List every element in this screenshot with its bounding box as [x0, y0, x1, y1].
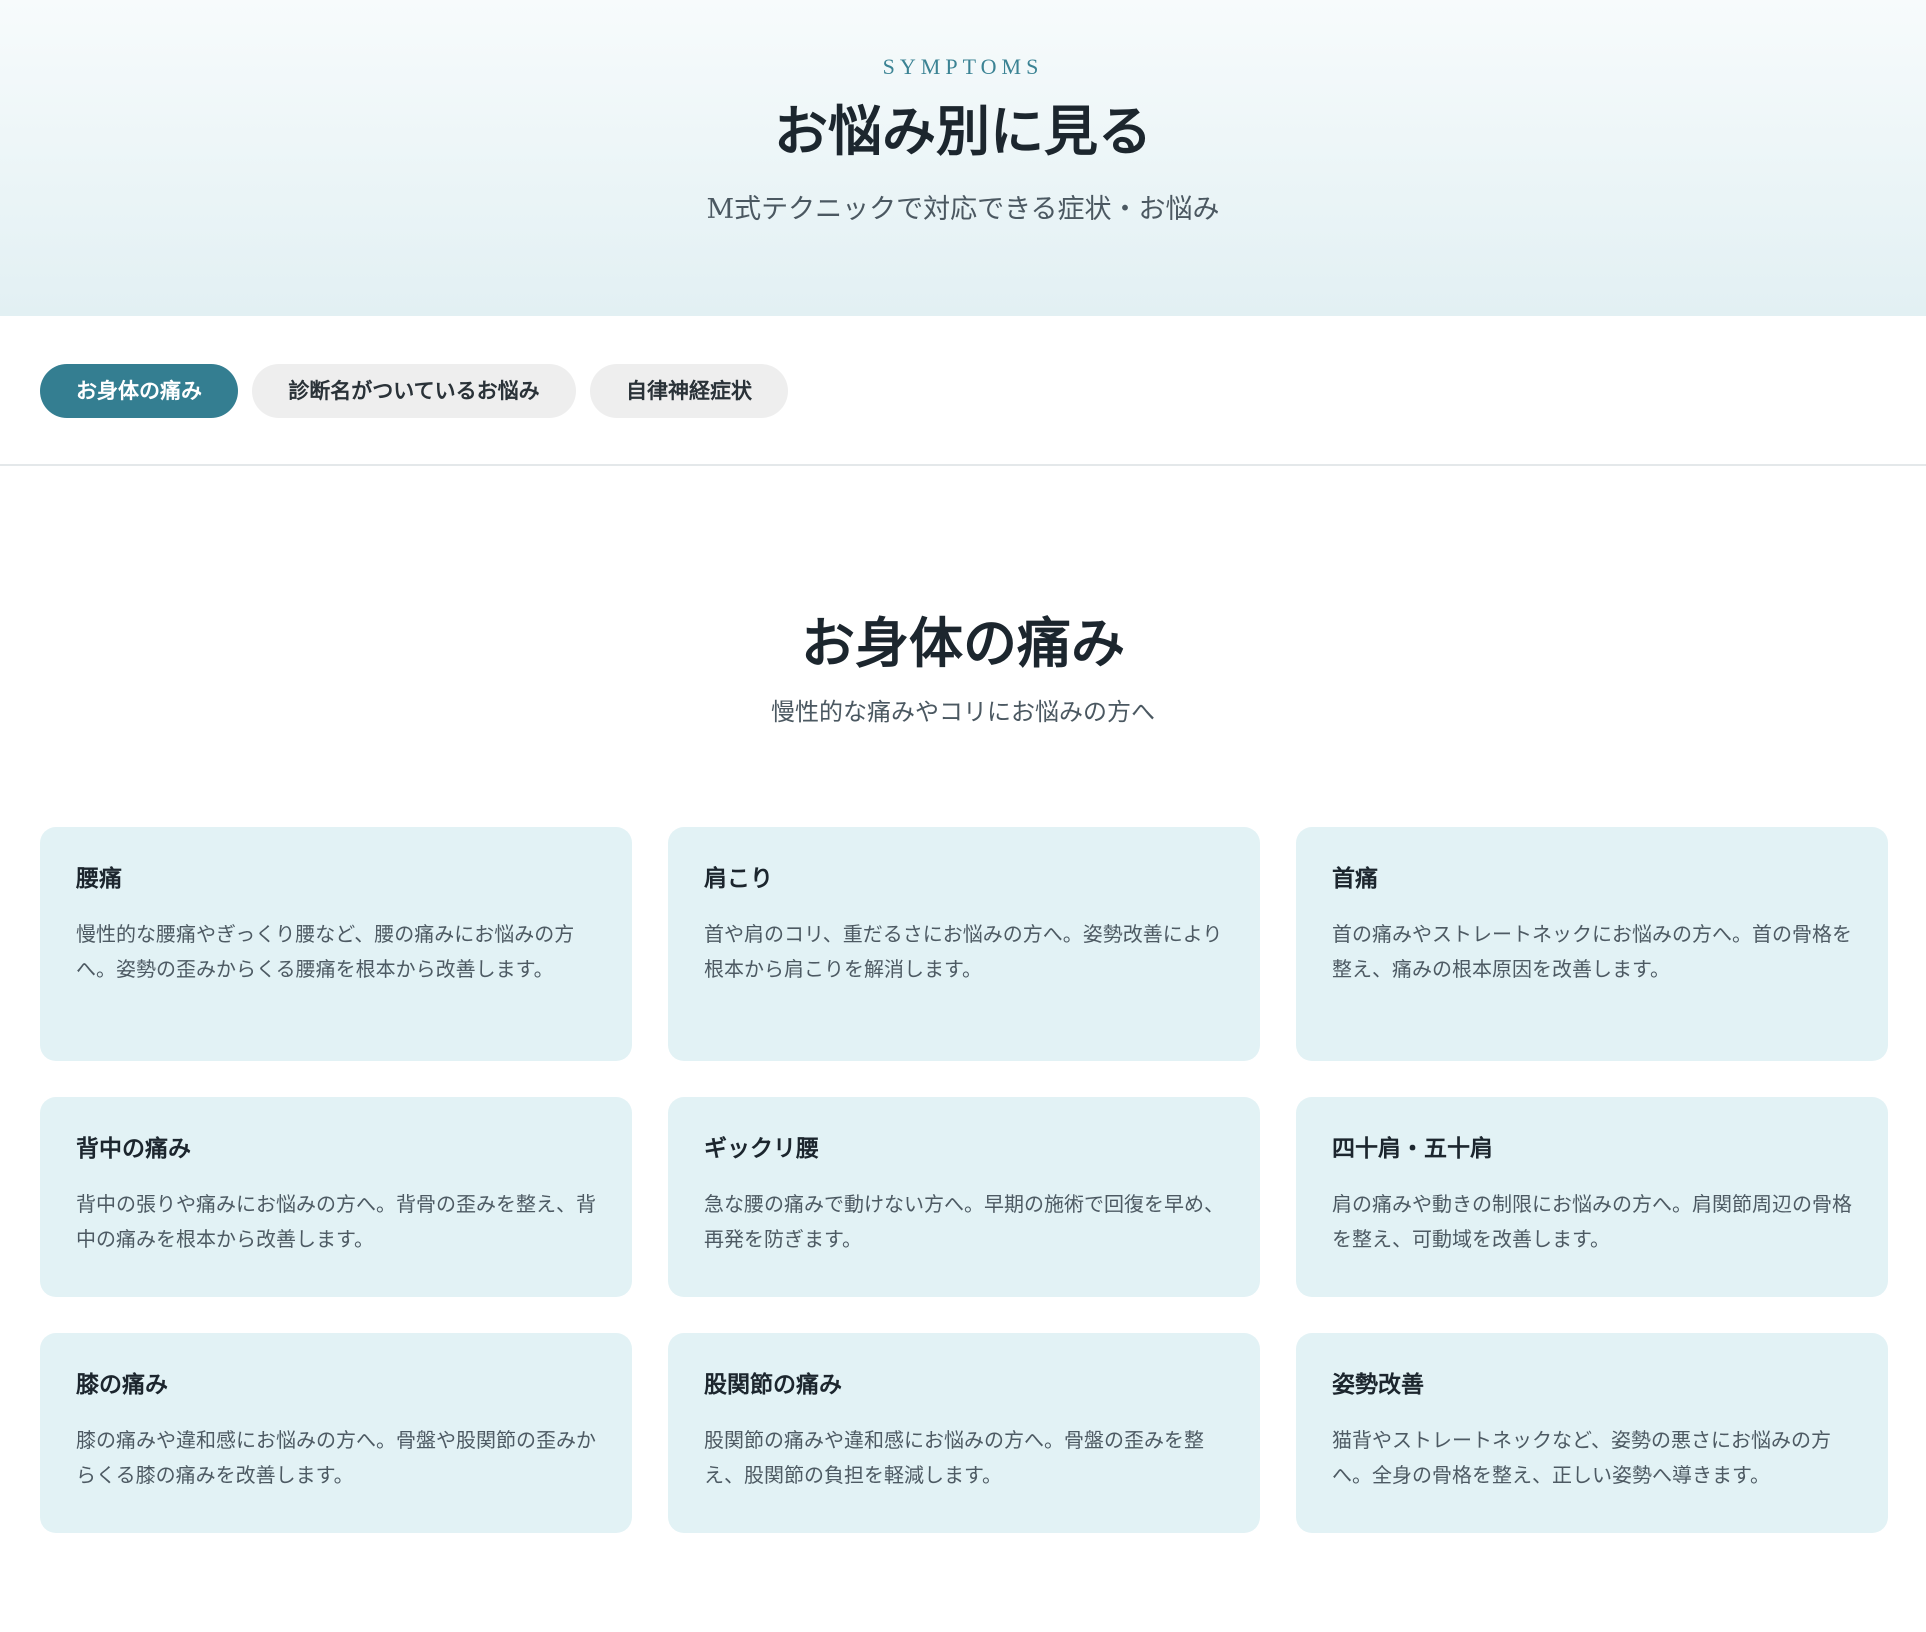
section-subtitle: 慢性的な痛みやコリにお悩みの方へ [771, 698, 1155, 726]
section-title: お身体の痛み [801, 611, 1125, 675]
card-description: 股関節の痛みや違和感にお悩みの方へ。骨盤の歪みを整え、股関節の負担を軽減します。 [704, 1428, 1204, 1487]
hero-section: SYMPTOMS お悩み別に見る M式テクニックで対応できる症状・お悩み [0, 0, 1926, 316]
hero-subtitle: M式テクニックで対応できる症状・お悩み [706, 194, 1220, 225]
tab-body-pain[interactable]: お身体の痛み [40, 364, 238, 418]
symptom-card-stiff-shoulders[interactable]: 肩こり 首や肩のコリ、重だるさにお悩みの方へ。姿勢改善により根本から肩こりを解消… [668, 827, 1260, 1061]
symptom-card-grid: 腰痛 慢性的な腰痛やぎっくり腰など、腰の痛みにお悩みの方へ。姿勢の歪みからくる腰… [40, 827, 1888, 1533]
category-tabs: お身体の痛み 診断名がついているお悩み 自律神経症状 [0, 316, 1926, 466]
symptom-card-knee-pain[interactable]: 膝の痛み 膝の痛みや違和感にお悩みの方へ。骨盤や股関節の歪みからくる膝の痛みを改… [40, 1333, 632, 1533]
card-description: 猫背やストレートネックなど、姿勢の悪さにお悩みの方へ。全身の骨格を整え、正しい姿… [1332, 1428, 1831, 1487]
card-description: 膝の痛みや違和感にお悩みの方へ。骨盤や股関節の歪みからくる膝の痛みを改善します。 [76, 1428, 596, 1487]
tab-diagnosed-conditions[interactable]: 診断名がついているお悩み [252, 364, 576, 418]
symptom-card-hip-pain[interactable]: 股関節の痛み 股関節の痛みや違和感にお悩みの方へ。骨盤の歪みを整え、股関節の負担… [668, 1333, 1260, 1533]
symptom-section: お身体の痛み 慢性的な痛みやコリにお悩みの方へ 腰痛 慢性的な腰痛やぎっくり腰な… [0, 466, 1926, 1533]
card-title: 股関節の痛み [704, 1371, 842, 1398]
symptom-card-back-pain[interactable]: 背中の痛み 背中の張りや痛みにお悩みの方へ。背骨の歪みを整え、背中の痛みを根本か… [40, 1097, 632, 1297]
symptom-card-lower-back[interactable]: 腰痛 慢性的な腰痛やぎっくり腰など、腰の痛みにお悩みの方へ。姿勢の歪みからくる腰… [40, 827, 632, 1061]
symptom-card-frozen-shoulder[interactable]: 四十肩・五十肩 肩の痛みや動きの制限にお悩みの方へ。肩関節周辺の骨格を整え、可動… [1296, 1097, 1888, 1297]
card-title: 姿勢改善 [1332, 1371, 1424, 1398]
card-title: 膝の痛み [76, 1371, 168, 1398]
card-title: ギックリ腰 [704, 1135, 819, 1162]
symptom-card-posture[interactable]: 姿勢改善 猫背やストレートネックなど、姿勢の悪さにお悩みの方へ。全身の骨格を整え… [1296, 1333, 1888, 1533]
card-title: 肩こり [704, 865, 773, 892]
section-header: お身体の痛み 慢性的な痛みやコリにお悩みの方へ [0, 466, 1926, 730]
card-description: 急な腰の痛みで動けない方へ。早期の施術で回復を早め、再発を防ぎます。 [704, 1192, 1224, 1251]
card-title: 四十肩・五十肩 [1332, 1135, 1493, 1162]
symptom-card-neck-pain[interactable]: 首痛 首の痛みやストレートネックにお悩みの方へ。首の骨格を整え、痛みの根本原因を… [1296, 827, 1888, 1061]
card-description: 慢性的な腰痛やぎっくり腰など、腰の痛みにお悩みの方へ。姿勢の歪みからくる腰痛を根… [76, 922, 575, 981]
card-title: 背中の痛み [76, 1135, 191, 1162]
card-title: 首痛 [1332, 865, 1378, 892]
card-description: 首の痛みやストレートネックにお悩みの方へ。首の骨格を整え、痛みの根本原因を改善し… [1332, 922, 1852, 981]
card-description: 首や肩のコリ、重だるさにお悩みの方へ。姿勢改善により根本から肩こりを解消します。 [704, 922, 1223, 981]
card-description: 肩の痛みや動きの制限にお悩みの方へ。肩関節周辺の骨格を整え、可動域を改善します。 [1332, 1192, 1852, 1251]
page-title: お悩み別に見る [774, 99, 1152, 163]
card-description: 背中の張りや痛みにお悩みの方へ。背骨の歪みを整え、背中の痛みを根本から改善します… [76, 1192, 596, 1251]
tab-autonomic-symptoms[interactable]: 自律神経症状 [590, 364, 788, 418]
card-title: 腰痛 [76, 865, 122, 892]
hero-eyebrow: SYMPTOMS [882, 54, 1044, 79]
symptom-card-acute-back[interactable]: ギックリ腰 急な腰の痛みで動けない方へ。早期の施術で回復を早め、再発を防ぎます。 [668, 1097, 1260, 1297]
